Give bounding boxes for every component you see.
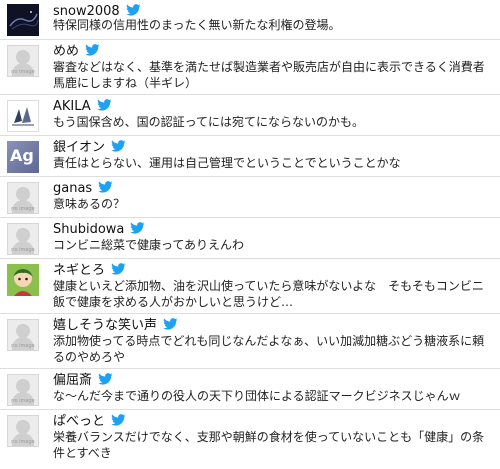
tweet-item: no image ganas 意味あるの？ [0, 177, 500, 218]
twitter-bird-icon [111, 414, 126, 426]
user-name[interactable]: 偏屈斎 [53, 373, 113, 388]
user-name[interactable]: 嬉しそうな笑い声 [53, 318, 178, 333]
user-name[interactable]: ネギとろ [53, 263, 126, 278]
twitter-bird-icon [98, 373, 113, 385]
user-name[interactable]: めめ [53, 44, 100, 59]
user-name[interactable]: ぱべっと [53, 414, 126, 429]
avatar-placeholder-icon [16, 379, 30, 393]
avatar[interactable]: no image [7, 374, 39, 406]
avatar[interactable] [7, 264, 39, 296]
twitter-bird-icon [130, 222, 145, 234]
avatar[interactable] [7, 4, 39, 36]
twitter-bird-icon [85, 44, 100, 56]
no-image-label: no image [11, 343, 35, 349]
tweet-item: ネギとろ 健康といえど添加物、油を沢山使っていたら意味がないよな そもそもコンビ… [0, 259, 500, 314]
tweet-item: Ag 銀イオン 責任はとらない、運用は自己管理でということでということかな [0, 136, 500, 177]
tweet-text: な〜んだ今まで通りの役人の天下り団体による認証マークビジネスじゃんｗ [53, 389, 461, 403]
avatar[interactable]: no image [7, 415, 39, 447]
avatar-placeholder-icon [16, 420, 30, 434]
tweet-text: 審査などはなく、基準を満たせば製造業者や販売店が自由に表示できるく消費者馬鹿にし… [53, 60, 485, 90]
twitter-bird-icon [96, 99, 112, 111]
tweet-text: 責任はとらない、運用は自己管理でということでということかな [53, 156, 401, 170]
tweet-item: no image 偏屈斎 な〜んだ今まで通りの役人の天下り団体による認証マークビ… [0, 369, 500, 410]
no-image-label: no image [11, 206, 35, 212]
twitter-bird-icon [98, 181, 113, 193]
user-name[interactable]: ganas [53, 181, 113, 196]
no-image-label: no image [11, 398, 35, 404]
avatar-placeholder-icon [16, 324, 30, 338]
avatar-placeholder-icon [16, 228, 30, 242]
user-name[interactable]: 銀イオン [53, 140, 126, 155]
tweet-feed: snow2008 特保同様の信用性のまったく無い新たな利権の登場。 no ima… [0, 0, 500, 469]
twitter-bird-icon [163, 318, 178, 330]
tweet-text: コンビニ総菜で健康ってありえんわ [53, 238, 245, 252]
tweet-item: AKILA もう国保含め、国の認証ってには宛てにならないのかも。 [0, 95, 500, 136]
avatar[interactable] [7, 100, 39, 132]
user-name[interactable]: AKILA [53, 99, 112, 114]
tweet-item: no image めめ 審査などはなく、基準を満たせば製造業者や販売店が自由に表… [0, 40, 500, 95]
twitter-bird-icon [111, 140, 126, 152]
twitter-bird-icon [111, 263, 126, 275]
avatar-image [7, 4, 39, 36]
avatar[interactable]: no image [7, 319, 39, 351]
avatar-label: Ag [10, 146, 34, 165]
tweet-text: 栄養バランスだけでなく、支那や朝鮮の食材を使っていないことも「健康」の条件とすべ… [53, 430, 485, 460]
tweet-item: no image Shubidowa コンビニ総菜で健康ってありえんわ [0, 218, 500, 259]
avatar-placeholder-icon [16, 187, 30, 201]
tweet-text: 特保同様の信用性のまったく無い新たな利権の登場。 [53, 18, 341, 32]
avatar-placeholder-icon [16, 50, 30, 64]
twitter-bird-icon [125, 4, 141, 16]
tweet-text: もう国保含め、国の認証ってには宛てにならないのかも。 [53, 115, 365, 129]
no-image-label: no image [11, 247, 35, 253]
tweet-item: snow2008 特保同様の信用性のまったく無い新たな利権の登場。 [0, 0, 500, 40]
avatar-image [7, 264, 39, 296]
tweet-text: 健康といえど添加物、油を沢山使っていたら意味がないよな そもそもコンビニ飯で健康… [53, 279, 484, 309]
no-image-label: no image [11, 69, 35, 75]
user-name[interactable]: Shubidowa [53, 222, 145, 237]
avatar[interactable]: no image [7, 45, 39, 77]
tweet-text: 意味あるの？ [53, 197, 126, 211]
avatar[interactable]: Ag [7, 141, 39, 173]
avatar-image [8, 101, 38, 131]
tweet-text: 添加物使ってる時点でどれも同じなんだよなぁ、いい加減加糖ぶどう糖液系に頼るのやめ… [53, 334, 485, 364]
no-image-label: no image [11, 439, 35, 445]
tweet-item: no image 嬉しそうな笑い声 添加物使ってる時点でどれも同じなんだよなぁ、… [0, 314, 500, 369]
avatar[interactable]: no image [7, 223, 39, 255]
avatar[interactable]: no image [7, 182, 39, 214]
tweet-item: no image ぱべっと 栄養バランスだけでなく、支那や朝鮮の食材を使っていな… [0, 410, 500, 469]
